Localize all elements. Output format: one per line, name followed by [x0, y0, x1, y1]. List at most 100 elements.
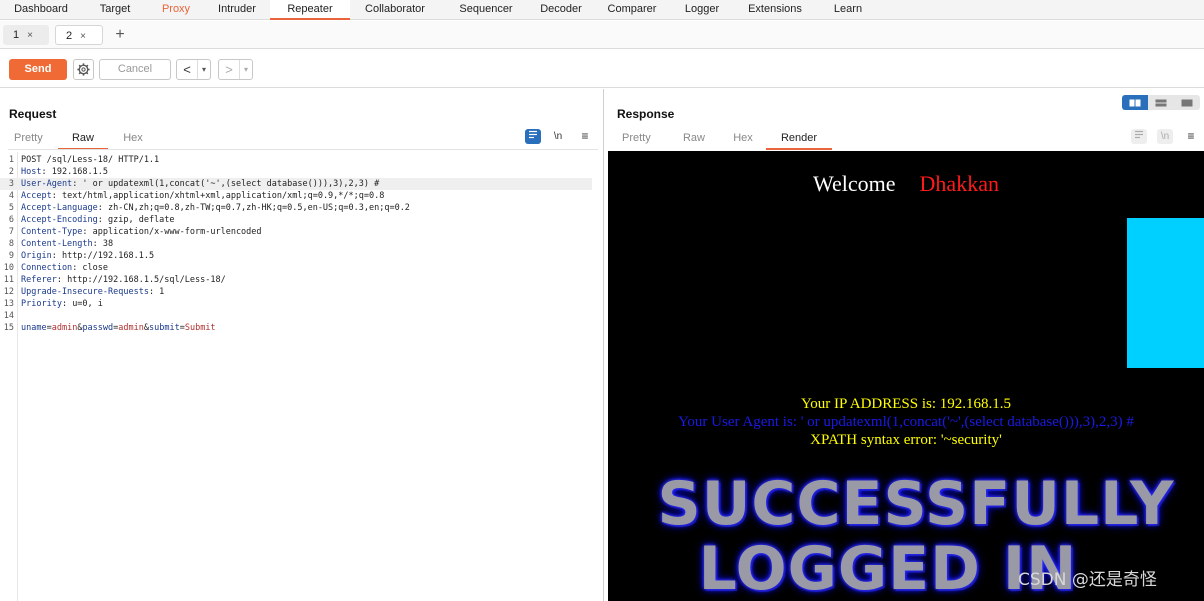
request-line-text: Host: 192.168.1.5	[21, 166, 108, 178]
line-number: 2	[8, 167, 14, 177]
header-value: : text/html,application/xhtml+xml,applic…	[51, 191, 385, 201]
nav-tab-comparer[interactable]: Comparer	[590, 0, 674, 20]
nav-tab-collaborator[interactable]: Collaborator	[350, 0, 440, 20]
request-pane: Request Pretty Raw Hex \n ≡ 1 POST /sql/L…	[0, 89, 604, 601]
request-body-text: uname=admin&passwd=admin&submit=Submit	[21, 322, 216, 334]
response-title: Response	[617, 107, 675, 121]
wrap-lines-icon	[1135, 130, 1143, 139]
request-line: 9 Origin: http://192.168.1.5	[0, 250, 592, 262]
repeater-tab-label: 1	[13, 29, 20, 41]
request-line-text: Accept-Language: zh-CN,zh;q=0.8,zh-TW;q=…	[21, 202, 410, 214]
header-value: : application/x-www-form-urlencoded	[82, 227, 262, 237]
pretty-print-toggle[interactable]	[1131, 129, 1147, 144]
user-agent-line: Your User Agent is: ' or updatexml(1,con…	[678, 414, 1134, 430]
menu-icon[interactable]: ≡	[1183, 129, 1199, 144]
nav-tab-repeater[interactable]: Repeater	[270, 0, 350, 20]
header-value: : 192.168.1.5	[41, 167, 109, 177]
response-tab-pretty[interactable]: Pretty	[616, 129, 668, 150]
header-name: User-Agent	[21, 179, 73, 189]
request-line-text: User-Agent: ' or updatexml(1,concat('~',…	[21, 178, 379, 190]
back-button[interactable]: <	[177, 60, 197, 79]
forward-dropdown[interactable]: ▾	[239, 60, 252, 79]
param-name: passwd	[82, 323, 114, 333]
response-pane: Response Pretty Raw Hex Render \n ≡ Welc…	[605, 89, 1204, 601]
layout-tabbed-button[interactable]	[1174, 95, 1200, 110]
request-line-text: Connection: close	[21, 262, 108, 274]
nav-tab-learn[interactable]: Learn	[820, 0, 876, 20]
settings-button[interactable]	[73, 59, 94, 80]
header-value: : http://192.168.1.5/sql/Less-18/	[56, 275, 226, 285]
request-line: 4 Accept: text/html,application/xhtml+xml…	[0, 190, 592, 202]
pretty-print-toggle[interactable]	[525, 129, 541, 144]
repeater-tab-1[interactable]: 1 ×	[3, 25, 49, 45]
param-value: Submit	[184, 323, 216, 333]
forward-button[interactable]: >	[219, 60, 239, 79]
request-line: 11 Referer: http://192.168.1.5/sql/Less-1…	[0, 274, 592, 286]
request-tab-hex[interactable]: Hex	[108, 129, 158, 150]
nav-tab-sequencer[interactable]: Sequencer	[440, 0, 532, 20]
layout-stacked-button[interactable]	[1148, 95, 1174, 110]
nav-tab-decoder[interactable]: Decoder	[532, 0, 590, 20]
welcome-heading: Welcome Dhakkan	[608, 171, 1204, 197]
line-number: 11	[3, 275, 14, 285]
request-editor[interactable]: 1 POST /sql/Less-18/ HTTP/1.1 2 Host: 192.1…	[0, 152, 604, 601]
request-line: 13 Priority: u=0, i	[0, 298, 592, 310]
header-name: Accept-Language	[21, 203, 98, 213]
newline-toggle[interactable]: \n	[550, 129, 566, 144]
header-name: Host	[21, 167, 42, 177]
nav-tab-extensions[interactable]: Extensions	[730, 0, 820, 20]
header-value: : http://192.168.1.5	[51, 251, 155, 261]
request-line: 1 POST /sql/Less-18/ HTTP/1.1	[0, 154, 592, 166]
back-dropdown[interactable]: ▾	[197, 60, 210, 79]
cancel-button[interactable]: Cancel	[99, 59, 171, 80]
request-tab-pretty[interactable]: Pretty	[8, 129, 58, 150]
header-name: Priority	[21, 299, 62, 309]
request-line: 7 Content-Type: application/x-www-form-ur…	[0, 226, 592, 238]
line-number: 12	[3, 287, 14, 297]
repeater-tab-label: 2	[66, 30, 73, 42]
param-name: uname	[21, 323, 47, 333]
rows-icon	[1155, 99, 1167, 106]
response-tab-hex[interactable]: Hex	[720, 129, 766, 150]
menu-icon[interactable]: ≡	[577, 129, 593, 144]
nav-tab-target[interactable]: Target	[82, 0, 148, 20]
header-name: Referer	[21, 275, 57, 285]
nav-tab-intruder[interactable]: Intruder	[204, 0, 270, 20]
add-tab-button[interactable]: +	[112, 25, 128, 45]
wrap-lines-icon	[529, 130, 537, 139]
close-icon[interactable]: ×	[27, 30, 33, 41]
layout-side-by-side-button[interactable]	[1122, 95, 1148, 110]
request-line-text: Upgrade-Insecure-Requests: 1	[21, 286, 164, 298]
line-number: 1	[8, 155, 14, 165]
line-number: 13	[3, 299, 14, 309]
success-banner-line1: SUCCESSFULLY	[657, 469, 1175, 539]
nav-tab-proxy[interactable]: Proxy	[148, 0, 204, 20]
request-line: 14	[0, 310, 592, 322]
repeater-tab-2[interactable]: 2 ×	[55, 25, 103, 45]
layout-toggle	[1122, 95, 1200, 110]
response-view-tabs: Pretty Raw Hex Render	[616, 129, 832, 150]
response-tab-render[interactable]: Render	[766, 129, 832, 150]
header-value: : u=0, i	[61, 299, 103, 309]
nav-tab-logger[interactable]: Logger	[674, 0, 730, 20]
response-tab-raw[interactable]: Raw	[668, 129, 720, 150]
line-number: 5	[8, 203, 14, 213]
nav-tab-dashboard[interactable]: Dashboard	[0, 0, 82, 20]
request-line: 8 Content-Length: 38	[0, 238, 592, 250]
line-number: 6	[8, 215, 14, 225]
request-line: 6 Accept-Encoding: gzip, deflate	[0, 214, 592, 226]
columns-icon	[1129, 99, 1141, 106]
single-pane-icon	[1181, 99, 1193, 106]
header-name: Upgrade-Insecure-Requests	[21, 287, 149, 297]
line-number: 7	[8, 227, 14, 237]
close-icon[interactable]: ×	[80, 31, 86, 42]
request-line: 5 Accept-Language: zh-CN,zh;q=0.8,zh-TW;q…	[0, 202, 592, 214]
request-line-text: Content-Length: 38	[21, 238, 113, 250]
request-line-text: Content-Type: application/x-www-form-url…	[21, 226, 262, 238]
header-name: Connection	[21, 263, 73, 273]
send-button[interactable]: Send	[9, 59, 67, 80]
header-name: Accept-Encoding	[21, 215, 98, 225]
header-value: : 1	[148, 287, 165, 297]
request-tab-raw[interactable]: Raw	[58, 129, 108, 150]
newline-toggle[interactable]: \n	[1157, 129, 1173, 144]
